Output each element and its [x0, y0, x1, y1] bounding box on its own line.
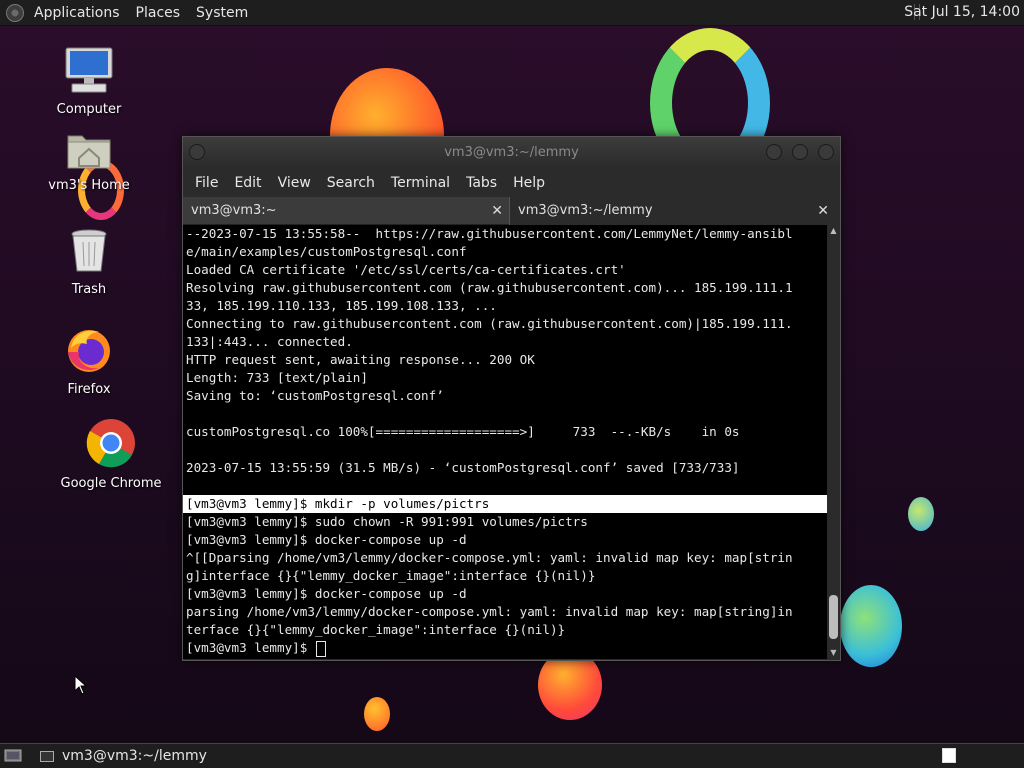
mouse-pointer-icon: [74, 675, 88, 695]
home-folder-icon: [34, 128, 144, 174]
clock[interactable]: Sat Jul 15, 14:00: [904, 0, 1020, 25]
menu-help[interactable]: Help: [505, 175, 553, 191]
scroll-up-icon[interactable]: ▲: [827, 225, 840, 237]
terminal-line: [vm3@vm3 lemmy]$: [183, 639, 827, 657]
wallpaper-small-blob-right: [908, 497, 934, 531]
menu-terminal[interactable]: Terminal: [383, 175, 458, 191]
terminal-line: parsing /home/vm3/lemmy/docker-compose.y…: [186, 604, 793, 619]
desktop-icon-chrome[interactable]: Google Chrome: [56, 418, 166, 491]
close-tab-icon[interactable]: ✕: [491, 197, 503, 225]
desktop-icon-label: vm3's Home: [48, 178, 130, 193]
terminal-line: --2023-07-15 13:55:58-- https://raw.gith…: [186, 226, 793, 241]
terminal-window: vm3@vm3:~/lemmy File Edit View Search Te…: [182, 136, 841, 661]
menu-file[interactable]: File: [187, 175, 226, 191]
terminal-line: terface {}{"lemmy_docker_image":interfac…: [186, 622, 566, 637]
terminal-line: 133|:443... connected.: [186, 334, 353, 349]
taskbar-label: vm3@vm3:~/lemmy: [62, 748, 207, 764]
desktop-icon-home[interactable]: vm3's Home: [34, 128, 144, 193]
computer-icon: [34, 46, 144, 98]
top-panel: Applications Places System Sat Jul 15, 1…: [0, 0, 1024, 26]
desktop-icon-label: Computer: [56, 102, 122, 117]
terminal-line: HTTP request sent, awaiting response... …: [186, 352, 535, 367]
wallpaper-tiny-blob-bottom: [364, 697, 390, 731]
maximize-button[interactable]: [792, 144, 808, 160]
terminal-line: Saving to: ‘customPostgresql.conf’: [186, 388, 444, 403]
tab-lemmy[interactable]: vm3@vm3:~/lemmy ✕: [509, 197, 835, 225]
scrollbar-thumb[interactable]: [829, 595, 838, 639]
chrome-icon: [56, 418, 166, 472]
terminal-line: Loaded CA certificate '/etc/ssl/certs/ca…: [186, 262, 626, 277]
terminal-icon: [40, 750, 54, 762]
close-window-button[interactable]: [818, 144, 834, 160]
window-title: vm3@vm3:~/lemmy: [444, 145, 579, 160]
applications-menu[interactable]: Applications: [26, 5, 128, 21]
terminal-line: Connecting to raw.githubusercontent.com …: [186, 316, 793, 331]
menu-logo-icon[interactable]: [6, 3, 24, 22]
terminal-scrollbar[interactable]: ▲ ▼: [827, 225, 840, 659]
terminal-line: customPostgresql.co 100%[===============…: [186, 424, 740, 439]
terminal-line: [vm3@vm3 lemmy]$ docker-compose up -d: [186, 586, 467, 601]
window-menu-button[interactable]: [189, 144, 205, 160]
tab-label: vm3@vm3:~/lemmy: [518, 203, 653, 218]
system-menu[interactable]: System: [188, 5, 256, 21]
desktop-icon-label: Google Chrome: [60, 476, 162, 491]
terminal-line: g]interface {}{"lemmy_docker_image":inte…: [186, 568, 596, 583]
terminal-line: [vm3@vm3 lemmy]$ docker-compose up -d: [186, 532, 467, 547]
desktop-icon-label: Firefox: [67, 382, 111, 397]
show-desktop-icon[interactable]: [4, 748, 22, 763]
wallpaper-blue-blob-right: [840, 585, 902, 667]
trash-icon: [34, 228, 144, 278]
terminal-line: e/main/examples/customPostgresql.conf: [186, 244, 467, 259]
bottom-panel: vm3@vm3:~/lemmy: [0, 743, 1024, 768]
menu-tabs[interactable]: Tabs: [458, 175, 505, 191]
workspace-switcher[interactable]: [942, 748, 956, 763]
desktop-icon-trash[interactable]: Trash: [34, 228, 144, 297]
terminal-line: Resolving raw.githubusercontent.com (raw…: [186, 280, 793, 295]
places-menu[interactable]: Places: [128, 5, 189, 21]
menu-edit[interactable]: Edit: [226, 175, 269, 191]
desktop-icon-label: Trash: [71, 282, 107, 297]
terminal-output[interactable]: --2023-07-15 13:55:58-- https://raw.gith…: [183, 225, 827, 659]
close-tab-icon[interactable]: ✕: [817, 197, 829, 225]
menu-view[interactable]: View: [270, 175, 319, 191]
terminal-line: [vm3@vm3 lemmy]$ mkdir -p volumes/pictrs: [183, 495, 827, 513]
terminal-line: 2023-07-15 13:55:59 (31.5 MB/s) - ‘custo…: [186, 460, 740, 475]
minimize-button[interactable]: [766, 144, 782, 160]
desktop-icon-computer[interactable]: Computer: [34, 46, 144, 117]
desktop-icon-firefox[interactable]: Firefox: [34, 326, 144, 397]
terminal-line: 33, 185.199.110.133, 185.199.108.133, ..…: [186, 298, 497, 313]
firefox-icon: [34, 326, 144, 378]
terminal-line: Length: 733 [text/plain]: [186, 370, 368, 385]
terminal-line: [vm3@vm3 lemmy]$ sudo chown -R 991:991 v…: [186, 514, 588, 529]
tab-home[interactable]: vm3@vm3:~ ✕: [183, 197, 509, 225]
terminal-tabs: vm3@vm3:~ ✕ vm3@vm3:~/lemmy ✕: [183, 197, 840, 225]
window-titlebar[interactable]: vm3@vm3:~/lemmy: [183, 137, 840, 169]
tab-label: vm3@vm3:~: [191, 203, 277, 218]
taskbar-button-terminal[interactable]: vm3@vm3:~/lemmy: [40, 748, 207, 764]
terminal-cursor: [315, 640, 326, 657]
terminal-menubar: File Edit View Search Terminal Tabs Help: [183, 169, 840, 197]
menu-search[interactable]: Search: [319, 175, 383, 191]
scroll-down-icon[interactable]: ▼: [827, 647, 840, 659]
terminal-line: ^[[Dparsing /home/vm3/lemmy/docker-compo…: [186, 550, 793, 565]
